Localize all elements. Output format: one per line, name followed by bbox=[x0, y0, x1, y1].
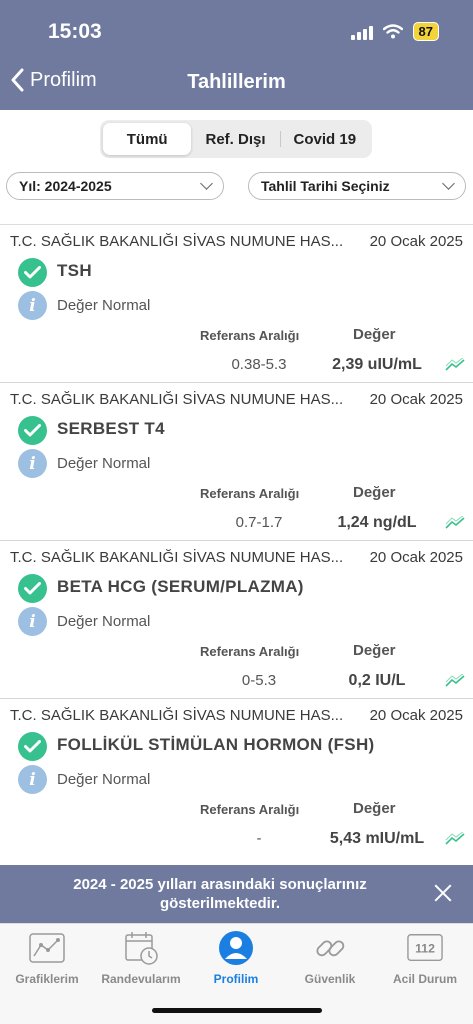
chevron-down-icon bbox=[200, 177, 213, 190]
status-bar: 15:03 87 bbox=[0, 18, 473, 46]
value-header: Değer bbox=[353, 642, 396, 659]
year-select[interactable]: Yıl: 2024-2025 bbox=[6, 172, 224, 200]
test-name: BETA HCG (SERUM/PLAZMA) bbox=[57, 577, 304, 596]
result-date: 20 Ocak 2025 bbox=[369, 707, 463, 724]
test-name: SERBEST T4 bbox=[57, 419, 165, 438]
tab-acil-durum[interactable]: 112 Acil Durum bbox=[378, 930, 472, 986]
ref-range-value: - bbox=[256, 830, 262, 847]
result-status: Değer Normal bbox=[57, 297, 151, 314]
wifi-icon bbox=[382, 24, 403, 39]
info-icon[interactable]: i bbox=[18, 765, 47, 794]
tab-label: Güvenlik bbox=[304, 972, 356, 986]
result-card[interactable]: T.C. SAĞLIK BAKANLIĞI SİVAS NUMUNE HAS..… bbox=[0, 540, 473, 698]
check-circle-icon bbox=[18, 732, 47, 761]
check-circle-icon bbox=[18, 416, 47, 445]
info-icon[interactable]: i bbox=[18, 291, 47, 320]
result-date: 20 Ocak 2025 bbox=[369, 391, 463, 408]
tab-guvenlik[interactable]: Güvenlik bbox=[283, 930, 377, 986]
trend-chart-icon[interactable] bbox=[445, 674, 465, 688]
result-value: 2,39 uIU/mL bbox=[332, 356, 422, 373]
home-indicator bbox=[152, 1008, 322, 1013]
tab-label: Profilim bbox=[213, 972, 259, 986]
tab-randevularim[interactable]: Randevularım bbox=[94, 930, 188, 986]
test-date-select[interactable]: Tahlil Tarihi Seçiniz bbox=[248, 172, 466, 200]
profile-icon bbox=[218, 930, 254, 966]
close-icon[interactable] bbox=[433, 883, 453, 903]
hospital-name: T.C. SAĞLIK BAKANLIĞI SİVAS NUMUNE HAS..… bbox=[10, 549, 344, 566]
ref-range-value: 0-5.3 bbox=[241, 672, 277, 689]
results-list: T.C. SAĞLIK BAKANLIĞI SİVAS NUMUNE HAS..… bbox=[0, 224, 473, 856]
link-icon bbox=[312, 930, 348, 966]
ref-range-header: Referans Aralığı bbox=[200, 644, 300, 659]
battery-indicator: 87 bbox=[412, 22, 439, 41]
ref-range-header: Referans Aralığı bbox=[200, 328, 300, 343]
hospital-name: T.C. SAĞLIK BAKANLIĞI SİVAS NUMUNE HAS..… bbox=[10, 233, 344, 250]
calendar-clock-icon bbox=[123, 930, 159, 966]
result-date: 20 Ocak 2025 bbox=[369, 549, 463, 566]
info-icon[interactable]: i bbox=[18, 607, 47, 636]
tab-label: Randevularım bbox=[101, 972, 181, 986]
nav-bar: Profilim Tahlillerim bbox=[0, 68, 473, 100]
value-header: Değer bbox=[353, 800, 396, 817]
result-card[interactable]: T.C. SAĞLIK BAKANLIĞI SİVAS NUMUNE HAS..… bbox=[0, 382, 473, 540]
year-select-label: Yıl: 2024-2025 bbox=[19, 178, 112, 194]
tab-label: Acil Durum bbox=[392, 972, 457, 986]
segment-out-of-range[interactable]: Ref. Dışı bbox=[191, 123, 279, 155]
ref-range-value: 0.7-1.7 bbox=[235, 514, 283, 531]
trend-chart-icon[interactable] bbox=[445, 516, 465, 530]
info-icon[interactable]: i bbox=[18, 449, 47, 478]
trend-chart-icon[interactable] bbox=[445, 832, 465, 846]
tab-label: Grafiklerim bbox=[15, 972, 79, 986]
ref-range-header: Referans Aralığı bbox=[200, 486, 300, 501]
check-circle-icon bbox=[18, 574, 47, 603]
status-icons: 87 bbox=[350, 22, 439, 41]
result-value: 0,2 IU/L bbox=[348, 672, 406, 689]
result-value: 1,24 ng/dL bbox=[337, 514, 417, 531]
info-banner: 2024 - 2025 yılları arasındaki sonuçları… bbox=[0, 865, 473, 923]
ref-range-header: Referans Aralığı bbox=[200, 802, 300, 817]
check-circle-icon bbox=[18, 258, 47, 287]
tab-profilim[interactable]: Profilim bbox=[189, 930, 283, 986]
value-header: Değer bbox=[353, 326, 396, 343]
tab-grafiklerim[interactable]: Grafiklerim bbox=[0, 930, 94, 986]
ref-range-value: 0.38-5.3 bbox=[231, 356, 287, 373]
result-value: 5,43 mIU/mL bbox=[329, 830, 425, 847]
test-name: FOLLİKÜL STİMÜLAN HORMON (FSH) bbox=[57, 735, 375, 754]
result-card[interactable]: T.C. SAĞLIK BAKANLIĞI SİVAS NUMUNE HAS..… bbox=[0, 224, 473, 382]
hospital-name: T.C. SAĞLIK BAKANLIĞI SİVAS NUMUNE HAS..… bbox=[10, 391, 344, 408]
emergency-112-icon: 112 bbox=[407, 930, 443, 966]
filter-segmented-control: Tümü Ref. Dışı Covid 19 bbox=[100, 120, 372, 158]
result-date: 20 Ocak 2025 bbox=[369, 233, 463, 250]
result-status: Değer Normal bbox=[57, 613, 151, 630]
cellular-signal-icon bbox=[350, 24, 373, 40]
page-title: Tahlillerim bbox=[187, 71, 286, 93]
segment-all[interactable]: Tümü bbox=[103, 123, 192, 155]
chart-icon bbox=[29, 930, 65, 966]
hospital-name: T.C. SAĞLIK BAKANLIĞI SİVAS NUMUNE HAS..… bbox=[10, 707, 344, 724]
result-status: Değer Normal bbox=[57, 771, 151, 788]
value-header: Değer bbox=[353, 484, 396, 501]
result-status: Değer Normal bbox=[57, 455, 151, 472]
trend-chart-icon[interactable] bbox=[445, 358, 465, 372]
segment-covid19[interactable]: Covid 19 bbox=[281, 123, 369, 155]
status-time: 15:03 bbox=[48, 20, 102, 43]
result-card[interactable]: T.C. SAĞLIK BAKANLIĞI SİVAS NUMUNE HAS..… bbox=[0, 698, 473, 856]
test-name: TSH bbox=[57, 261, 92, 280]
banner-message: 2024 - 2025 yılları arasındaki sonuçları… bbox=[73, 876, 367, 912]
top-header: 15:03 87 Profilim Tahlillerim bbox=[0, 0, 473, 110]
test-date-select-label: Tahlil Tarihi Seçiniz bbox=[261, 178, 390, 194]
svg-text:112: 112 bbox=[415, 942, 435, 956]
chevron-down-icon bbox=[442, 177, 455, 190]
